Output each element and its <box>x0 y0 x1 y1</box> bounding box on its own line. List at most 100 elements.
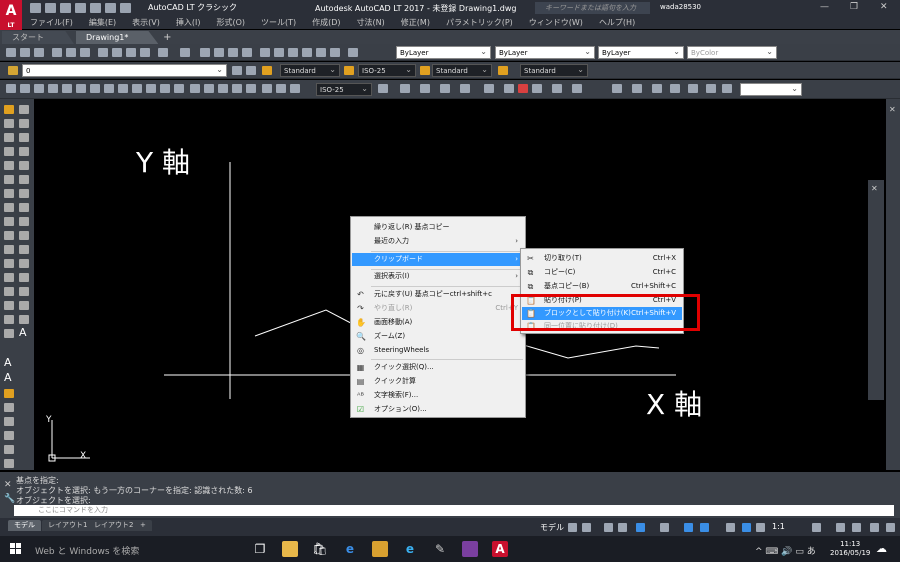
menu-item-isolate[interactable]: 選択表示(I) › <box>352 270 524 283</box>
transparency-icon[interactable] <box>700 523 709 532</box>
app-logo[interactable]: A LT <box>0 0 22 30</box>
autocad-taskbar-icon[interactable]: A <box>492 541 508 557</box>
ie-icon[interactable]: e <box>402 541 418 557</box>
menu-item-options[interactable]: ☑ オプション(O)... <box>352 403 524 416</box>
save-as-icon[interactable] <box>75 3 86 13</box>
zoom-window-icon[interactable] <box>228 48 238 57</box>
point-tool-icon[interactable] <box>4 273 14 282</box>
preview-icon[interactable] <box>66 48 76 57</box>
join-tool-icon[interactable] <box>19 273 29 282</box>
quickcalc-icon[interactable] <box>330 48 340 57</box>
ellipse-tool-icon[interactable] <box>4 231 14 240</box>
extra-control[interactable] <box>740 82 802 96</box>
snap-icon[interactable] <box>460 84 470 93</box>
move-tool-icon[interactable] <box>19 175 29 184</box>
menu-item-copy-base[interactable]: ⧉ 基点コピー(B) Ctrl+Shift+C <box>522 280 682 293</box>
block-icon[interactable] <box>688 84 698 93</box>
justify-text-icon[interactable] <box>4 445 14 454</box>
mirror-tool-icon[interactable] <box>19 133 29 142</box>
menu-modify[interactable]: 修正(M) <box>401 17 430 28</box>
diameter-icon[interactable] <box>90 84 100 93</box>
customize-icon[interactable] <box>886 523 895 532</box>
menu-tools[interactable]: ツール(T) <box>261 17 296 28</box>
workspace-selector[interactable]: AutoCAD LT クラシック <box>148 2 237 13</box>
tab-start[interactable]: スタート <box>2 31 74 44</box>
lineweight-icon[interactable] <box>684 523 693 532</box>
list-icon[interactable] <box>706 84 716 93</box>
menu-item-clipboard[interactable]: クリップボード › <box>352 253 524 266</box>
app-icon[interactable] <box>462 541 478 557</box>
tab-drawing1[interactable]: Drawing1* <box>76 31 159 44</box>
make-current-icon[interactable] <box>232 66 242 75</box>
point-icon[interactable] <box>440 84 450 93</box>
menu-file[interactable]: ファイル(F) <box>30 17 73 28</box>
draw-order-icon[interactable] <box>400 84 410 93</box>
menu-dimension[interactable]: 寸法(N) <box>357 17 385 28</box>
dim-style-icon[interactable] <box>290 84 300 93</box>
match-properties-icon[interactable] <box>140 48 150 57</box>
menu-window[interactable]: ウィンドウ(W) <box>529 17 583 28</box>
explode-tool-icon[interactable] <box>19 315 29 324</box>
keyword-search-input[interactable]: キーワードまたは語句を入力 <box>535 2 650 14</box>
aligned-dim-icon[interactable] <box>20 84 30 93</box>
zoom-realtime-icon[interactable] <box>214 48 224 57</box>
zoom-previous-icon[interactable] <box>242 48 252 57</box>
menu-help[interactable]: ヘルプ(H) <box>599 17 635 28</box>
snap-icon[interactable] <box>582 523 591 532</box>
menu-item-steeringwheels[interactable]: ◎ SteeringWheels <box>352 344 524 357</box>
menu-item-zoom[interactable]: 🔍 ズーム(Z) <box>352 330 524 343</box>
tab-model[interactable]: モデル <box>8 520 41 531</box>
region-tool-icon[interactable] <box>4 315 14 324</box>
tab-add-layout[interactable]: + <box>134 520 152 531</box>
taskbar-search[interactable]: Web と Windows を検索 <box>35 544 139 557</box>
jogged-linear-icon[interactable] <box>232 84 242 93</box>
layer-properties-icon[interactable] <box>8 66 18 75</box>
linear-dim-icon[interactable] <box>6 84 16 93</box>
circle-tool-icon[interactable] <box>4 189 14 198</box>
trim-tool-icon[interactable] <box>19 231 29 240</box>
system-tray[interactable]: ^ ⌨ 🔊 ▭ あ <box>755 544 816 557</box>
save-icon[interactable] <box>60 3 71 13</box>
extend-tool-icon[interactable] <box>19 245 29 254</box>
close-button[interactable]: ✕ <box>880 2 888 12</box>
arc-tool-icon[interactable] <box>4 175 14 184</box>
linetype-control[interactable]: ByLayer <box>495 45 595 59</box>
dim-update-icon[interactable] <box>276 84 286 93</box>
minimize-button[interactable]: — <box>820 2 829 12</box>
radius-icon[interactable] <box>62 84 72 93</box>
gear-icon[interactable] <box>812 523 821 532</box>
help-icon[interactable] <box>348 48 358 57</box>
menu-item-recent-input[interactable]: 最近の入力 › <box>352 235 524 248</box>
menu-item-repeat[interactable]: 繰り返し(R) 基点コピー <box>352 221 524 234</box>
array-tool-icon[interactable] <box>19 161 29 170</box>
table-style-icon[interactable] <box>420 66 430 75</box>
delete-icon[interactable] <box>518 84 528 93</box>
center-mark-icon[interactable] <box>204 84 214 93</box>
convert-text-icon[interactable] <box>4 459 14 468</box>
circle-snap-icon[interactable] <box>504 84 514 93</box>
ime-indicator[interactable]: あ <box>807 547 816 557</box>
restore-button[interactable]: ❐ <box>850 2 858 12</box>
layer-previous-icon[interactable] <box>246 66 256 75</box>
dim-edit-icon[interactable] <box>246 84 256 93</box>
path-icon[interactable] <box>552 84 562 93</box>
mleader-style-icon[interactable] <box>498 66 508 75</box>
pencil-icon[interactable] <box>572 84 582 93</box>
task-view-icon[interactable]: ❐ <box>252 541 268 557</box>
grid-icon[interactable] <box>652 84 662 93</box>
dim-icon[interactable] <box>378 84 388 93</box>
continue-icon[interactable] <box>146 84 156 93</box>
close-icon[interactable]: ✕ <box>871 184 878 193</box>
dim-style-icon[interactable] <box>344 66 354 75</box>
menu-parametric[interactable]: パラメトリック(P) <box>446 17 513 28</box>
paint-icon[interactable]: ✎ <box>432 541 448 557</box>
file-explorer-icon[interactable] <box>282 541 298 557</box>
tool-palette-strip[interactable]: ✕ <box>886 99 900 470</box>
window-icon[interactable] <box>632 84 642 93</box>
menu-item-quick-select[interactable]: ▦ クイック選択(Q)... <box>352 361 524 374</box>
text-style-icon[interactable] <box>262 66 272 75</box>
store-icon[interactable]: 🛍 <box>312 541 328 557</box>
tool-palettes-icon[interactable] <box>288 48 298 57</box>
publish-icon[interactable] <box>80 48 90 57</box>
menu-edit[interactable]: 編集(E) <box>89 17 116 28</box>
